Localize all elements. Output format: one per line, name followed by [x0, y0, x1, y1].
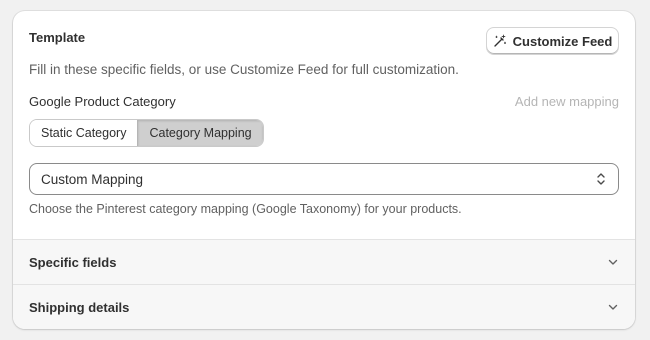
chevron-down-icon [607, 301, 619, 313]
shipping-details-section[interactable]: Shipping details [13, 284, 635, 329]
category-help-text: Choose the Pinterest category mapping (G… [29, 202, 462, 216]
section-label: Specific fields [29, 254, 117, 270]
google-product-category-label: Google Product Category [29, 94, 176, 109]
category-mapping-select[interactable]: Custom Mapping [29, 163, 619, 195]
customize-feed-label: Customize Feed [512, 33, 613, 49]
magic-wand-icon [493, 34, 507, 48]
tab-static-category[interactable]: Static Category [30, 120, 138, 146]
add-new-mapping-link[interactable]: Add new mapping [515, 94, 619, 109]
template-card: Template Customize Feed Fill in these sp… [13, 11, 635, 329]
specific-fields-section[interactable]: Specific fields [13, 239, 635, 284]
template-description: Fill in these specific fields, or use Cu… [29, 62, 459, 77]
template-panel: Template Customize Feed Fill in these sp… [13, 11, 635, 239]
category-mode-toggle: Static Category Category Mapping [29, 119, 264, 147]
section-label: Shipping details [29, 299, 130, 315]
tab-category-mapping[interactable]: Category Mapping [137, 120, 263, 146]
chevron-down-icon [607, 256, 619, 268]
card-title: Template [29, 30, 86, 45]
customize-feed-button[interactable]: Customize Feed [486, 27, 619, 55]
select-chevrons-icon [595, 172, 607, 186]
select-value: Custom Mapping [41, 171, 144, 187]
